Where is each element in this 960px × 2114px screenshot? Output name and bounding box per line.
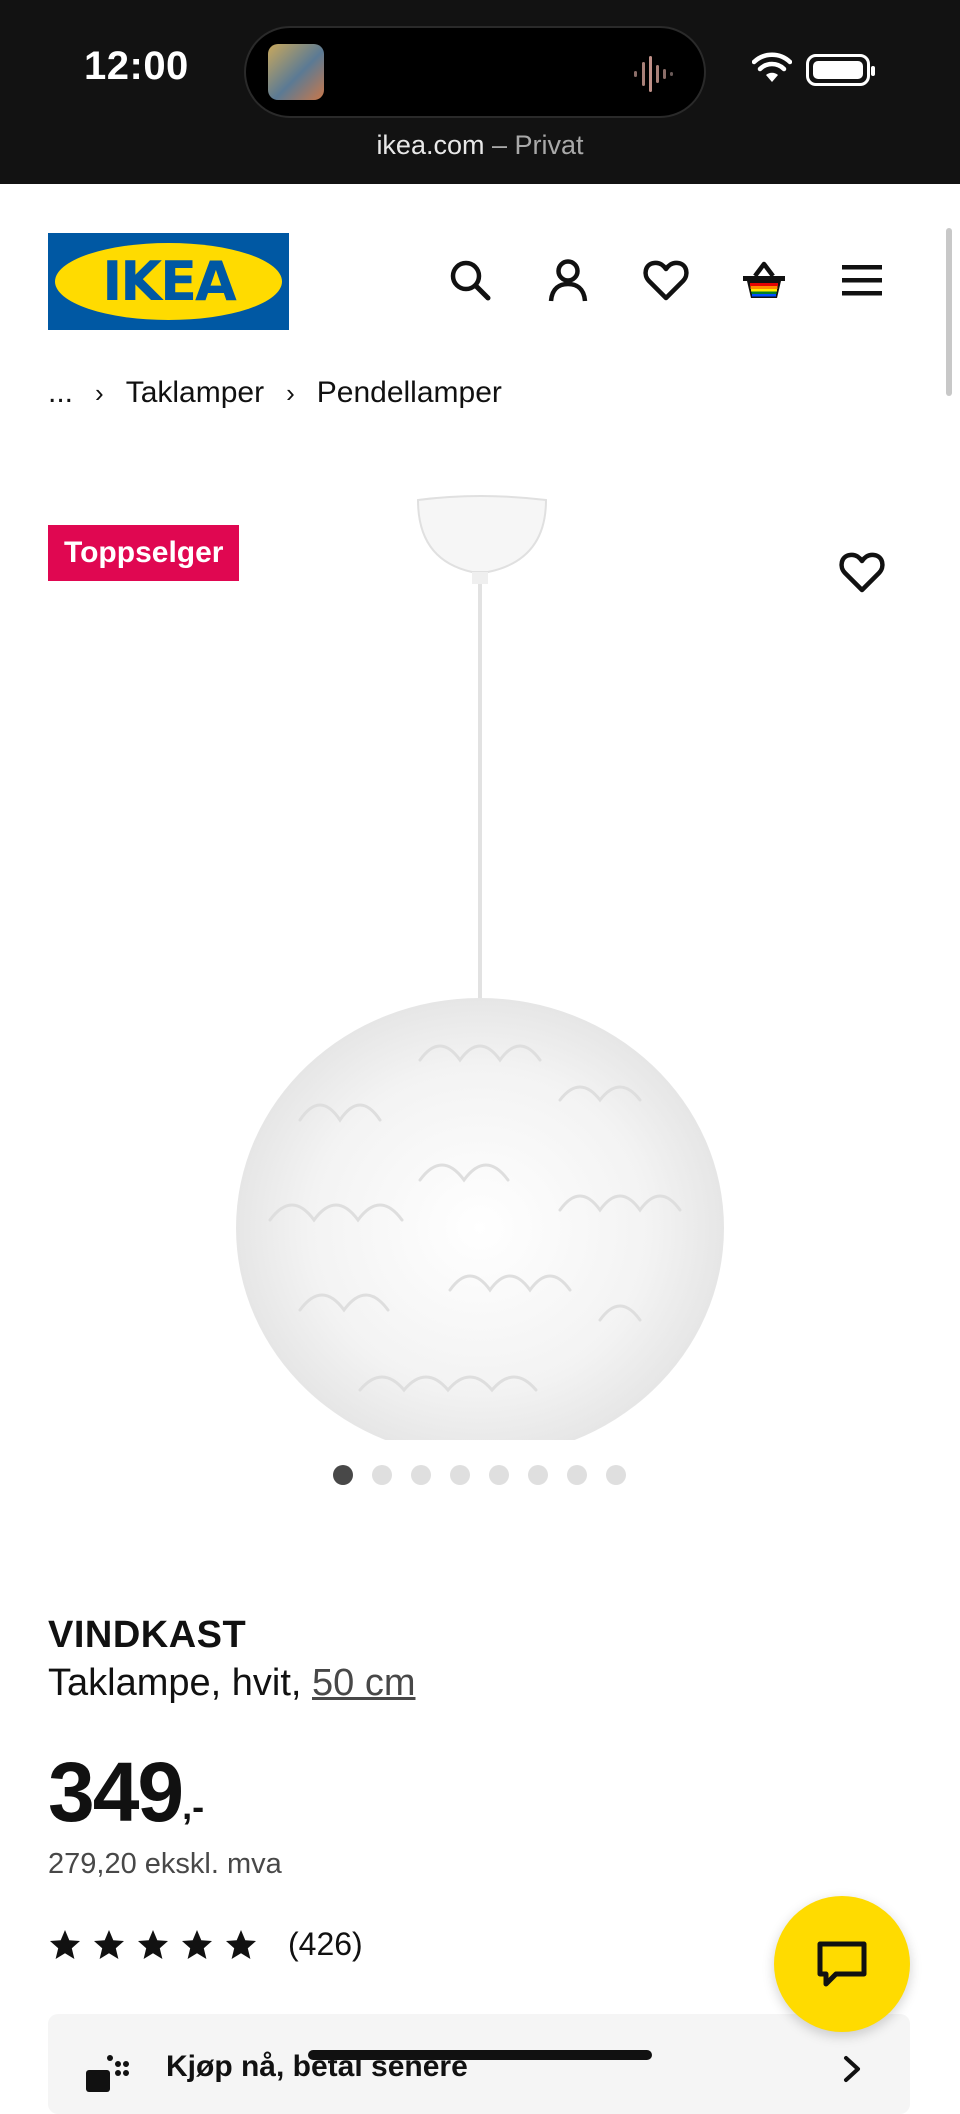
wifi-icon: [752, 52, 792, 82]
clock: 12:00: [84, 44, 189, 88]
price-suffix: ,-: [182, 1786, 205, 1827]
chat-icon: [817, 1941, 867, 1987]
price-amount: 349: [48, 1745, 184, 1839]
carousel-dot[interactable]: [567, 1465, 587, 1485]
product-price: 349 ,-: [48, 1742, 204, 1842]
url-bar[interactable]: ikea.com – Privat: [0, 130, 960, 161]
account-icon[interactable]: [544, 256, 592, 304]
audio-wave-icon: [634, 56, 673, 92]
carousel-dot[interactable]: [333, 1465, 353, 1485]
scrollbar[interactable]: [946, 228, 952, 396]
star-icon: [94, 1929, 124, 1959]
image-carousel-dots: [333, 1465, 626, 1485]
favorites-icon[interactable]: [642, 256, 690, 304]
breadcrumb-ellipsis[interactable]: ...: [48, 376, 73, 410]
breadcrumb-item-taklamper[interactable]: Taklamper: [126, 376, 264, 410]
chevron-right-icon: [844, 2056, 860, 2082]
carousel-dot[interactable]: [372, 1465, 392, 1485]
private-mode-label: – Privat: [492, 130, 584, 160]
carousel-dot[interactable]: [411, 1465, 431, 1485]
status-bar: 12:00 ikea.com – Privat: [0, 0, 960, 184]
product-name: VINDKAST: [48, 1614, 247, 1656]
carousel-dot[interactable]: [606, 1465, 626, 1485]
review-count: (426): [288, 1926, 363, 1962]
chat-button[interactable]: [774, 1896, 910, 2032]
product-description: Taklampe, hvit, 50 cm: [48, 1662, 415, 1705]
star-icon: [138, 1929, 168, 1959]
dynamic-island[interactable]: [244, 26, 706, 118]
search-icon[interactable]: [446, 256, 494, 304]
now-playing-artwork: [268, 44, 324, 100]
url-text: ikea.com: [376, 130, 485, 160]
bestseller-badge: Toppselger: [48, 525, 240, 581]
logo-text: IKEA: [102, 250, 237, 313]
carousel-dot[interactable]: [450, 1465, 470, 1485]
chevron-right-icon: ›: [95, 377, 104, 408]
chevron-right-icon: ›: [286, 377, 295, 408]
menu-icon[interactable]: [838, 256, 886, 304]
star-icon: [50, 1929, 80, 1959]
breadcrumb-item-pendellamper[interactable]: Pendellamper: [317, 376, 502, 410]
cart-icon[interactable]: [740, 256, 788, 304]
buy-now-pay-later-banner[interactable]: Kjøp nå, betal senere: [48, 2014, 910, 2114]
star-icon: [182, 1929, 212, 1959]
product-type: Taklampe, hvit,: [48, 1662, 312, 1704]
ikea-logo[interactable]: IKEA: [48, 233, 289, 330]
carousel-dot[interactable]: [528, 1465, 548, 1485]
battery-icon: [806, 54, 875, 86]
product-rating[interactable]: (426): [48, 1926, 363, 1963]
product-image[interactable]: [0, 480, 960, 1440]
carousel-dot[interactable]: [489, 1465, 509, 1485]
home-indicator[interactable]: [308, 2050, 652, 2060]
price-excluding-vat: 279,20 ekskl. mva: [48, 1848, 282, 1880]
star-icon: [226, 1929, 256, 1959]
product-size-link[interactable]: 50 cm: [312, 1662, 415, 1704]
add-to-favorites-icon[interactable]: [838, 548, 886, 596]
breadcrumb: ... › Taklamper › Pendellamper: [48, 376, 502, 410]
payment-icon: [86, 2055, 129, 2092]
